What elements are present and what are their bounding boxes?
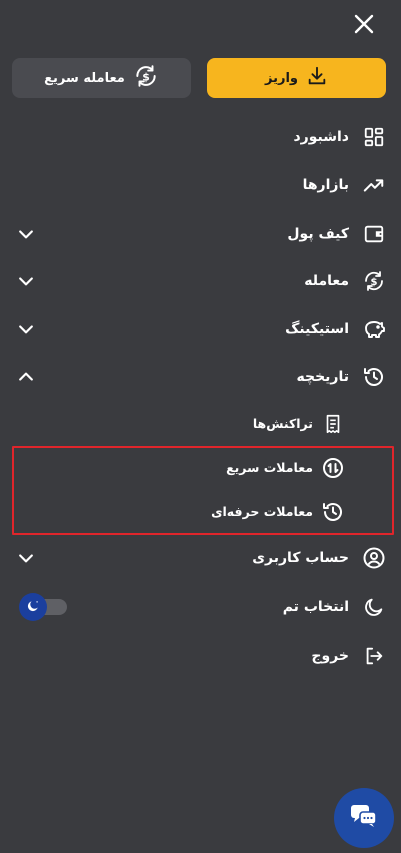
theme-toggle[interactable] bbox=[19, 593, 67, 621]
sidebar-item-markets[interactable]: بازارها bbox=[0, 165, 401, 205]
submenu-item-label: تراکنش‌ها bbox=[252, 416, 313, 431]
exchange-dollar-icon: $ bbox=[133, 63, 159, 93]
exchange-dollar-icon: $ bbox=[362, 269, 386, 293]
submenu-item-pro-trades[interactable]: معاملات حرفه‌ای bbox=[0, 494, 401, 530]
submenu-item-label: معاملات سریع bbox=[226, 460, 313, 475]
sidebar-item-label: کیف پول bbox=[287, 226, 349, 242]
download-icon bbox=[306, 65, 328, 91]
sidebar-item-label: معامله bbox=[304, 273, 349, 289]
toggle-knob bbox=[19, 593, 47, 621]
close-icon[interactable] bbox=[352, 12, 376, 36]
sidebar-item-label: داشبورد bbox=[293, 129, 350, 145]
piggy-bank-icon bbox=[362, 317, 386, 341]
deposit-button[interactable]: واریز bbox=[207, 58, 386, 98]
submenu-item-label: معاملات حرفه‌ای bbox=[211, 504, 313, 519]
quick-trade-label: معامله سریع bbox=[44, 70, 125, 86]
sidebar-item-label: خروج bbox=[311, 648, 349, 664]
submenu-item-quick-trades[interactable]: معاملات سریع bbox=[0, 450, 401, 486]
sidebar-item-label: حساب کاربری bbox=[252, 550, 349, 566]
sidebar-item-trade[interactable]: $ معامله bbox=[0, 261, 401, 301]
wallet-icon bbox=[362, 222, 386, 246]
sidebar-item-label: بازارها bbox=[302, 177, 349, 193]
deposit-label: واریز bbox=[265, 70, 298, 86]
sidebar-item-dashboard[interactable]: داشبورد bbox=[0, 117, 401, 157]
submenu-item-transactions[interactable]: تراکنش‌ها bbox=[0, 406, 401, 442]
sidebar-item-account[interactable]: حساب کاربری bbox=[0, 538, 401, 578]
sidebar-item-staking[interactable]: استیکینگ bbox=[0, 309, 401, 349]
svg-text:$: $ bbox=[371, 277, 378, 288]
chevron-down-icon[interactable] bbox=[16, 548, 36, 568]
trending-up-icon bbox=[362, 173, 386, 197]
dashboard-icon bbox=[362, 125, 386, 149]
sidebar-item-logout[interactable]: خروج bbox=[0, 636, 401, 676]
history-icon bbox=[362, 365, 386, 389]
chat-bubbles-icon bbox=[349, 802, 379, 834]
receipt-icon bbox=[321, 412, 345, 436]
sidebar-item-wallet[interactable]: کیف پول bbox=[0, 214, 401, 254]
sidebar-item-label: تاریخچه bbox=[296, 369, 350, 385]
logout-icon bbox=[362, 644, 386, 668]
svg-text:$: $ bbox=[142, 70, 150, 83]
moon-icon bbox=[26, 598, 40, 617]
chevron-up-icon[interactable] bbox=[16, 367, 36, 387]
swap-vertical-circle-icon bbox=[321, 456, 345, 480]
chevron-down-icon[interactable] bbox=[16, 319, 36, 339]
chevron-down-icon[interactable] bbox=[16, 224, 36, 244]
moon-icon bbox=[362, 595, 386, 619]
user-circle-icon bbox=[362, 546, 386, 570]
sidebar-item-label: انتخاب تم bbox=[282, 599, 349, 615]
chat-support-button[interactable] bbox=[334, 788, 394, 848]
chevron-down-icon[interactable] bbox=[16, 271, 36, 291]
sidebar-item-history[interactable]: تاریخچه bbox=[0, 357, 401, 397]
quick-trade-button[interactable]: $ معامله سریع bbox=[12, 58, 191, 98]
history-icon bbox=[321, 500, 345, 524]
sidebar-item-label: استیکینگ bbox=[285, 321, 349, 337]
